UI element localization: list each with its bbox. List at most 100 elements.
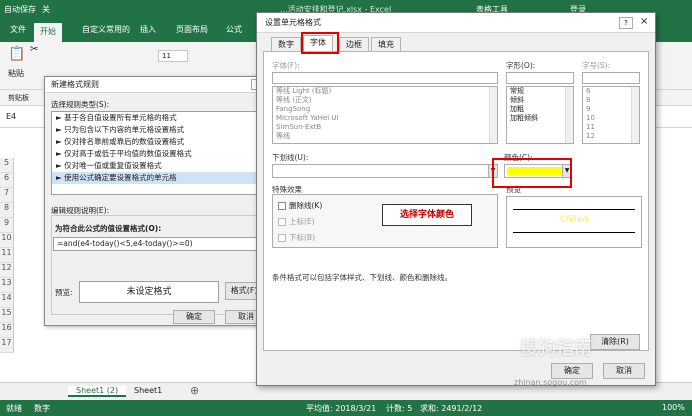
font-list-item[interactable]: Microsoft YaHei UI xyxy=(273,114,497,123)
zoom-level[interactable]: 100% xyxy=(662,403,685,412)
font-list-item[interactable]: 等线 (正文) xyxy=(273,96,497,105)
sheet-tab-active[interactable]: Sheet1 (2) xyxy=(68,386,127,397)
sheet-tab[interactable]: Sheet1 xyxy=(134,386,162,395)
font-tab-panel: 字体(F): 等线 Light (标题) 等线 (正文) FangSong Mi… xyxy=(263,51,649,351)
style-input[interactable] xyxy=(506,72,574,84)
rule-type-list[interactable]: ► 基于各自值设置所有单元格的格式 ► 只为包含以下内容的单元格设置格式 ► 仅… xyxy=(51,111,281,195)
strikethrough-checkbox[interactable]: 删除线(K) xyxy=(278,200,322,211)
tab-page-layout[interactable]: 页面布局 xyxy=(176,24,208,35)
clipboard-group-label: 剪贴板 xyxy=(8,94,29,102)
ok-button[interactable]: 确定 xyxy=(551,363,593,379)
format-cells-dialog: 设置单元格格式 ? × 数字 字体 边框 填充 字体(F): 等线 Light … xyxy=(256,12,656,386)
rule-preview-box: 未设定格式 xyxy=(79,281,219,303)
style-list-item[interactable]: 常规 xyxy=(507,87,573,96)
watermark-url: zhinan.sogou.com xyxy=(514,378,587,387)
help-button[interactable]: ? xyxy=(619,17,633,29)
row-number: 7 xyxy=(0,188,14,203)
rule-type-item[interactable]: ► 仅对唯一值或重复值设置格式 xyxy=(52,160,280,172)
cancel-button[interactable]: 取消 xyxy=(603,363,645,379)
checkbox-box xyxy=(278,233,286,242)
highlight-font-tab xyxy=(301,32,339,54)
tab-insert[interactable]: 插入 xyxy=(140,24,156,35)
style-list-item[interactable]: 加粗 xyxy=(507,105,573,114)
tab-border[interactable]: 边框 xyxy=(339,37,369,51)
status-count: 计数: 5 xyxy=(386,404,413,413)
preview-sample-text: Cfilled xyxy=(559,215,589,225)
tab-home[interactable]: 开始 xyxy=(34,23,62,42)
row-number: 6 xyxy=(0,173,14,188)
rule-type-item[interactable]: ► 基于各自值设置所有单元格的格式 xyxy=(52,112,280,124)
close-icon[interactable]: × xyxy=(640,16,648,27)
formula-input[interactable]: =and(e4-today()<5,e4-today()>=0) xyxy=(53,237,279,251)
row-number: 13 xyxy=(0,278,14,293)
row-number: 8 xyxy=(0,203,14,218)
font-input[interactable] xyxy=(272,72,498,84)
size-input[interactable] xyxy=(582,72,640,84)
size-label: 字号(S): xyxy=(582,61,611,70)
font-list-item[interactable]: 等线 Light (标题) xyxy=(273,87,497,96)
name-box[interactable]: E4 xyxy=(6,112,16,121)
format-cells-title: 设置单元格格式 xyxy=(257,13,655,33)
font-list-item[interactable]: SimSun-ExtB xyxy=(273,123,497,132)
highlight-color-select xyxy=(492,158,572,188)
checkbox-box[interactable] xyxy=(278,201,286,210)
status-bar: 就绪 数字 平均值: 2018/3/21 计数: 5 求和: 2491/2/12… xyxy=(0,400,692,416)
row-number: 15 xyxy=(0,308,14,323)
row-number: 12 xyxy=(0,263,14,278)
watermark-brand: 搜狗指南 xyxy=(520,338,592,359)
scrollbar[interactable] xyxy=(565,87,573,143)
superscript-checkbox: 上标(E) xyxy=(278,216,315,227)
new-rule-dialog: 新建格式规则 ? × 选择规则类型(S): ► 基于各自值设置所有单元格的格式 … xyxy=(44,76,286,326)
subscript-checkbox: 下标(B) xyxy=(278,232,315,243)
tab-fill[interactable]: 填充 xyxy=(371,37,401,51)
style-list-item[interactable]: 加粗倾斜 xyxy=(507,114,573,123)
font-size-value: 11 xyxy=(162,52,171,60)
style-list-item[interactable]: 倾斜 xyxy=(507,96,573,105)
status-average: 平均值: 2018/3/21 xyxy=(306,404,377,413)
font-size-box[interactable]: 11 xyxy=(158,50,188,62)
status-ready: 就绪 xyxy=(6,404,22,413)
paste-icon[interactable]: 📋 xyxy=(8,46,25,62)
status-sum: 求和: 2491/2/12 xyxy=(420,404,483,413)
font-list[interactable]: 等线 Light (标题) 等线 (正文) FangSong Microsoft… xyxy=(272,86,498,144)
scrollbar[interactable] xyxy=(631,87,639,143)
rule-type-item[interactable]: ► 仅对排名靠前或靠后的数值设置格式 xyxy=(52,136,280,148)
formula-label: 为符合此公式的值设置格式(O): xyxy=(55,224,162,233)
size-list[interactable]: 6 8 9 10 11 12 xyxy=(582,86,640,144)
rule-type-item[interactable]: ► 仅对高于或低于平均值的数值设置格式 xyxy=(52,148,280,160)
new-rule-title: 新建格式规则 xyxy=(45,77,285,93)
tab-number[interactable]: 数字 xyxy=(271,37,301,51)
style-list[interactable]: 常规 倾斜 加粗 加粗倾斜 xyxy=(506,86,574,144)
font-list-item[interactable]: FangSong xyxy=(273,105,497,114)
underline-select[interactable]: ▼ xyxy=(272,164,498,178)
row-number: 10 xyxy=(0,233,14,248)
font-list-item[interactable]: 等线 xyxy=(273,132,497,141)
row-number: 14 xyxy=(0,293,14,308)
add-sheet-icon[interactable]: ⊕ xyxy=(190,384,199,397)
row-number: 17 xyxy=(0,338,14,353)
rule-type-item-selected[interactable]: ► 使用公式确定要设置格式的单元格 xyxy=(52,172,280,184)
rule-type-item[interactable]: ► 只为包含以下内容的单元格设置格式 xyxy=(52,124,280,136)
row-number: 11 xyxy=(0,248,14,263)
style-label: 字形(O): xyxy=(506,61,536,70)
row-number: 9 xyxy=(0,218,14,233)
autosave-toggle[interactable]: 关 xyxy=(42,4,50,15)
callout-select-font-color: 选择字体颜色 xyxy=(382,204,472,226)
tab-formulas[interactable]: 公式 xyxy=(226,24,242,35)
conditional-format-info: 条件格式可以包括字体样式、下划线、颜色和删除线。 xyxy=(272,273,452,282)
row-number: 5 xyxy=(0,158,14,173)
tab-custom[interactable]: 自定义常用的 xyxy=(82,24,130,35)
font-label: 字体(F): xyxy=(272,61,300,70)
ok-button[interactable]: 确定 xyxy=(173,310,215,324)
select-rule-type-label: 选择规则类型(S): xyxy=(51,100,110,109)
strikethrough-label: 删除线(K) xyxy=(289,201,323,210)
checkbox-box xyxy=(278,217,286,226)
subscript-label: 下标(B) xyxy=(289,233,315,242)
superscript-label: 上标(E) xyxy=(289,217,315,226)
scrollbar[interactable] xyxy=(489,87,497,143)
paste-label[interactable]: 粘贴 xyxy=(8,68,24,79)
cut-icon[interactable]: ✂ xyxy=(30,44,38,55)
tab-file[interactable]: 文件 xyxy=(10,24,26,35)
autosave-label: 自动保存 xyxy=(4,5,36,14)
clear-button[interactable]: 清除(R) xyxy=(590,334,640,350)
